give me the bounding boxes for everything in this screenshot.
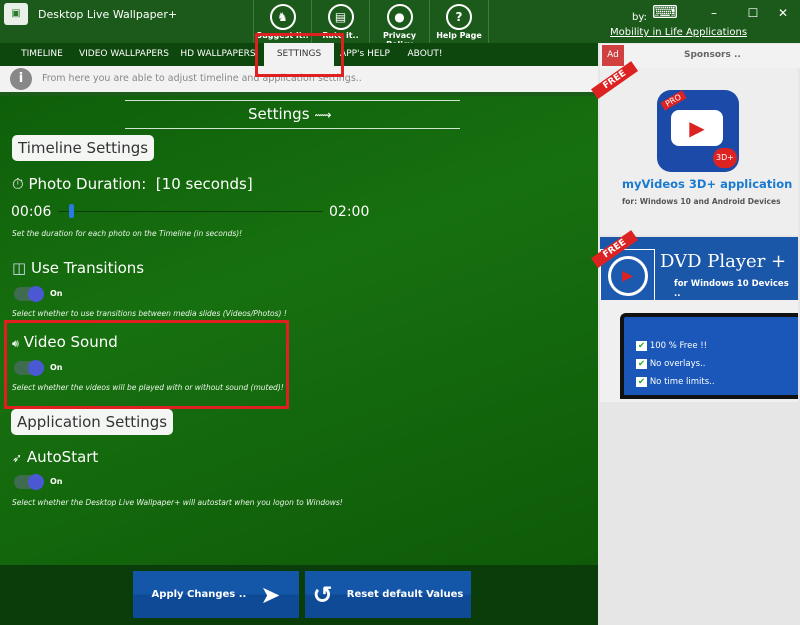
company-logo-icon: ⌨ [652, 2, 678, 23]
help-icon: ? [446, 4, 472, 30]
suggest-icon: ♞ [269, 4, 296, 30]
arrow-icon: ⟿ [314, 108, 332, 122]
duration-slider[interactable] [58, 211, 323, 212]
bottom-bar [0, 565, 598, 625]
app-title: Desktop Live Wallpaper+ [38, 8, 178, 21]
divider [125, 128, 460, 129]
pro-tag: PRO [660, 90, 687, 111]
photo-duration-value: [10 seconds] [155, 175, 253, 193]
transitions-icon: ◫ [12, 259, 27, 277]
tab-timeline[interactable]: TIMELINE [14, 43, 70, 66]
apply-label: Apply Changes .. [151, 589, 247, 600]
company-link[interactable]: Mobility in Life Applications [610, 27, 747, 38]
play-icon: ▶ [671, 110, 723, 146]
app-logo-icon: ▣ [4, 3, 28, 25]
ad-badge: Ad [602, 45, 624, 66]
divider [125, 100, 460, 101]
feature-item: ✔ No time limits.. [636, 377, 715, 387]
tab-video-wallpapers[interactable]: VIDEO WALLPAPERS ! [76, 43, 172, 82]
ad2-plus: + [771, 251, 787, 272]
ad-myvideos[interactable]: FREE PRO ▶ 3D+ myVideos 3D+ application … [591, 60, 798, 235]
privacy-icon: ● [386, 4, 413, 30]
feature-list: ✔ 100 % Free !! ✔ No overlays.. ✔ No tim… [620, 313, 798, 399]
slider-max: 02:00 [329, 204, 370, 220]
autostart-state: On [50, 477, 63, 486]
rate-icon: ▤ [327, 4, 354, 30]
myvideos-logo-icon: PRO ▶ 3D+ [657, 90, 739, 172]
transitions-state: On [50, 289, 63, 298]
info-icon: i [10, 68, 32, 90]
highlight-box [4, 320, 289, 409]
ad2-subtitle: for Windows 10 Devices .. [674, 279, 789, 299]
apply-changes-button[interactable]: Apply Changes .. ➤ [133, 571, 299, 618]
tab-apps-help[interactable]: APP's HELP [338, 43, 392, 66]
reset-defaults-button[interactable]: ↺ Reset default Values [305, 571, 471, 618]
rocket-icon: ➶ [12, 451, 23, 465]
feature-item: ✔ 100 % Free !! [636, 341, 708, 351]
transitions-toggle[interactable] [14, 286, 44, 302]
help-page-button[interactable]: ? Help Page [429, 0, 489, 43]
highlight-box [255, 33, 344, 77]
minimize-button[interactable]: – [704, 6, 724, 20]
slider-thumb[interactable] [68, 204, 74, 218]
reset-icon: ↺ [312, 580, 333, 609]
stopwatch-icon: ⏱ [12, 175, 24, 193]
maximize-button[interactable]: ☐ [743, 6, 763, 20]
autostart-label: ➶ AutoStart [12, 448, 98, 466]
ad-dvd-player[interactable]: ▶ FREE DVD Player + for Windows 10 Devic… [591, 229, 798, 402]
page-title: Settings ⟿ [248, 105, 332, 123]
autostart-hint: Select whether the Desktop Live Wallpape… [12, 498, 343, 507]
tab-about[interactable]: ABOUT! [404, 43, 446, 66]
autostart-toggle[interactable] [14, 474, 44, 490]
sponsors-title: Sponsors .. [684, 50, 741, 60]
privacy-policy-button[interactable]: ●Privacy Policy [369, 0, 429, 49]
tab-hd-wallpapers[interactable]: HD WALLPAPERS [180, 43, 256, 66]
slider-min: 00:06 [11, 204, 52, 220]
application-settings-header: Application Settings [11, 409, 174, 435]
ad1-title: myVideos 3D+ application [622, 177, 793, 191]
ad1-subtitle: for: Windows 10 and Android Devices [622, 197, 781, 206]
use-transitions-label: ◫ Use Transitions [12, 259, 144, 277]
photo-duration-text: Photo Duration: [28, 175, 147, 193]
3d-tag: 3D+ [713, 148, 737, 168]
reset-label: Reset default Values [346, 589, 464, 600]
close-button[interactable]: ✕ [773, 6, 793, 20]
feature-item: ✔ No overlays.. [636, 359, 706, 369]
autostart-text: AutoStart [26, 448, 99, 466]
timeline-settings-header: Timeline Settings [12, 135, 155, 161]
play-arrow-icon: ➤ [260, 580, 281, 609]
ad2-title: DVD Player [660, 251, 766, 272]
transitions-hint: Select whether to use transitions betwee… [12, 309, 287, 318]
help-label: Help Page [436, 31, 482, 40]
photo-duration-label: ⏱ Photo Duration: [10 seconds] [12, 175, 253, 193]
use-transitions-text: Use Transitions [30, 259, 145, 277]
photo-duration-hint: Set the duration for each photo on the T… [12, 229, 243, 238]
by-label: by: [632, 12, 647, 23]
page-title-text: Settings [248, 105, 310, 123]
